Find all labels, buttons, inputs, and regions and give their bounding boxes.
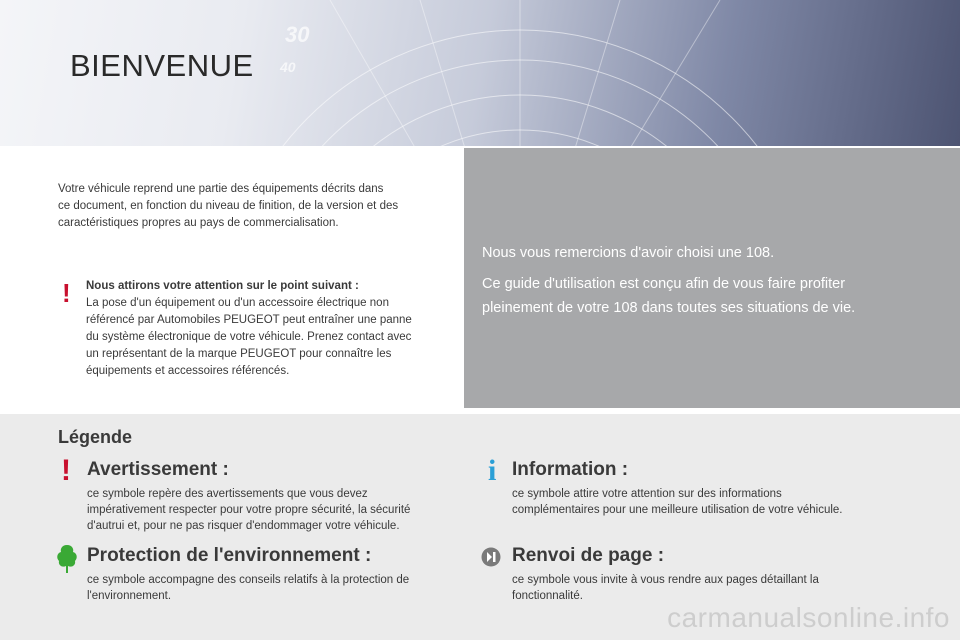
legend-title: Légende	[58, 427, 133, 447]
intro-line: caractéristiques propres au pays de comm…	[58, 217, 339, 229]
svg-text:40: 40	[279, 59, 296, 75]
information-icon: i	[488, 454, 497, 487]
legend-environment-text: ce symbole accompagne des conseils relat…	[87, 572, 457, 604]
welcome-guide-line: pleinement de votre 108 dans toutes ses …	[482, 300, 856, 316]
intro-paragraph: Votre véhicule reprend une partie des éq…	[58, 181, 438, 232]
intro-line: Votre véhicule reprend une partie des éq…	[58, 183, 384, 195]
legend-environment-heading: Protection de l'environnement :	[87, 545, 372, 566]
legend-warning-text: ce symbole repère des avertissements que…	[87, 486, 457, 534]
warning-note-line: équipements et accessoires référencés.	[86, 365, 290, 377]
tree-icon	[57, 545, 77, 573]
legend-text-line: ce symbole repère des avertissements que…	[87, 488, 368, 500]
page-reference-icon	[481, 547, 501, 567]
legend-warning-heading: Avertissement :	[87, 459, 229, 480]
legend-page-reference-text: ce symbole vous invite à vous rendre aux…	[512, 572, 912, 604]
watermark: carmanualsonline.info	[667, 602, 950, 633]
warning-note-line: un représentant de la marque PEUGEOT pou…	[86, 348, 392, 360]
page-title: BIENVENUE	[70, 48, 254, 83]
warning-note-line: référencé par Automobiles PEUGEOT peut e…	[86, 314, 412, 326]
warning-icon: !	[62, 278, 71, 308]
svg-text:30: 30	[285, 22, 310, 47]
legend-text-line: ce symbole attire votre attention sur de…	[512, 488, 782, 500]
warning-note-line: La pose d'un équipement ou d'un accessoi…	[86, 297, 389, 309]
header-banner: 30 40 BIENVENUE	[0, 0, 960, 146]
legend-information-heading: Information :	[512, 459, 629, 480]
legend-text-line: ce symbole vous invite à vous rendre aux…	[512, 574, 819, 586]
warning-note-text: Nous attirons votre attention sur le poi…	[86, 278, 444, 380]
welcome-guide-line: Ce guide d'utilisation est conçu afin de…	[482, 276, 846, 292]
legend-text-line: l'environnement.	[87, 590, 172, 602]
welcome-thanks: Nous vous remercions d'avoir choisi une …	[482, 245, 775, 261]
intro-line: ce document, en fonction du niveau de fi…	[58, 200, 399, 212]
legend-text-line: complémentaires pour une meilleure utili…	[512, 504, 843, 516]
warning-icon: !	[61, 454, 71, 487]
legend-information-text: ce symbole attire votre attention sur de…	[512, 486, 912, 518]
warning-note-heading: Nous attirons votre attention sur le poi…	[86, 280, 359, 292]
legend-section: Légende ! Avertissement : ce symbole rep…	[0, 414, 960, 640]
warning-note-line: du système électronique de votre véhicul…	[86, 331, 412, 343]
legend-text-line: ce symbole accompagne des conseils relat…	[87, 574, 410, 586]
legend-text-line: impérativement respecter pour votre prop…	[87, 504, 411, 516]
legend-text-line: d'autrui et, pour ne pas risquer d'endom…	[87, 520, 400, 532]
welcome-panel: Nous vous remercions d'avoir choisi une …	[464, 148, 960, 408]
legend-page-reference-heading: Renvoi de page :	[512, 545, 665, 566]
